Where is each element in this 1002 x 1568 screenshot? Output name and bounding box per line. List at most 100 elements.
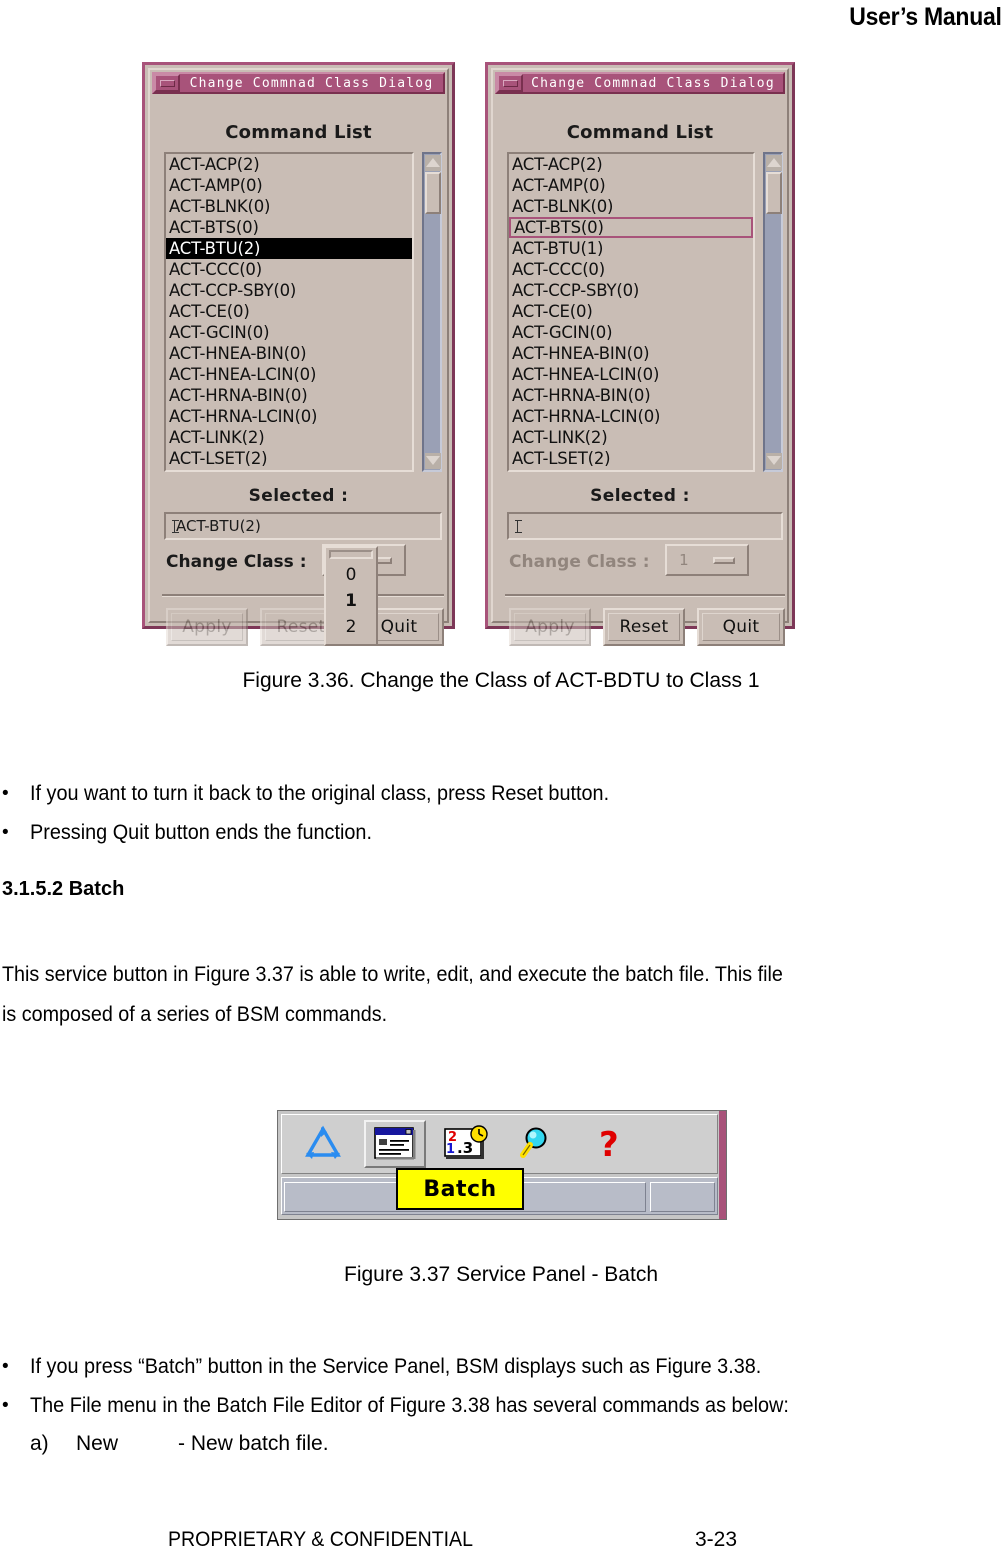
class-option-2[interactable]: 2 (326, 614, 376, 640)
change-class-label-left: Change Class : (166, 552, 307, 572)
minimize-icon[interactable] (497, 74, 523, 92)
list-item[interactable]: ACT-GCIN(0) (509, 322, 753, 343)
list-item[interactable]: ACT-HRNA-LCIN(0) (166, 406, 412, 427)
selected-value-left: ACT-BTU(2) (176, 517, 261, 535)
help-button[interactable]: ? (580, 1120, 642, 1168)
quit-button-right[interactable]: Quit (697, 608, 785, 646)
change-command-class-dialog-left: Change Commnad Class Dialog Command List… (142, 62, 455, 646)
list-item[interactable]: ACT-CE(0) (166, 301, 412, 322)
apply-button-right[interactable]: Apply (509, 608, 591, 646)
list-item[interactable]: ACT-HNEA-BIN(0) (509, 343, 753, 364)
svg-text:1: 1 (446, 1142, 455, 1157)
list-item-selected[interactable]: ACT-BTU(2) (166, 238, 412, 259)
list-item[interactable]: ACT-CCC(0) (166, 259, 412, 280)
batch-window-icon (374, 1127, 416, 1160)
section-heading: 3.1.5.2 Batch (2, 878, 125, 900)
service-panel-right-stripe (719, 1111, 726, 1219)
list-item[interactable]: ACT-BTS(0) (166, 217, 412, 238)
list-item[interactable]: ACT-CCC(0) (509, 259, 753, 280)
scrollbar-thumb[interactable] (766, 172, 782, 214)
list-item[interactable]: ACT-AMP(0) (166, 175, 412, 196)
bullet-icon: • (2, 822, 9, 843)
list-item[interactable]: ACT-HRNA-LCIN(0) (509, 406, 753, 427)
change-class-popup-left[interactable]: 0 1 2 (324, 546, 378, 646)
list-item[interactable]: ACT-LSET(2) (166, 448, 412, 469)
list-item[interactable]: ACT-CCP-SBY(0) (509, 280, 753, 301)
list-item[interactable]: ACT-CE(0) (509, 301, 753, 322)
bullet-text: If you press “Batch” button in the Servi… (30, 1355, 762, 1378)
list-item[interactable]: ACT-BLNK(0) (166, 196, 412, 217)
list-item[interactable]: ACT-ACP(2) (509, 154, 753, 175)
command-list-scrollbar-right[interactable] (763, 152, 783, 472)
sub-item-label: a) (30, 1432, 49, 1455)
class-option-1[interactable]: 1 (326, 588, 376, 614)
paragraph-line: This service button in Figure 3.37 is ab… (2, 963, 783, 986)
list-item[interactable]: ACT-LSET(2) (509, 448, 753, 469)
command-list-label-left: Command List (225, 122, 372, 143)
list-item[interactable]: ACT-LINK(2) (509, 427, 753, 448)
titlebar-right[interactable]: Change Commnad Class Dialog (495, 72, 785, 94)
scheduler-button[interactable]: 2 1 .3 (436, 1120, 498, 1168)
list-item[interactable]: ACT-LINK(2) (166, 427, 412, 448)
sub-item-desc: - New batch file. (178, 1432, 329, 1455)
dialog-title-left: Change Commnad Class Dialog (189, 75, 434, 91)
scroll-down-arrow-icon[interactable] (425, 453, 441, 469)
command-list-left[interactable]: ACT-ACP(2) ACT-AMP(0) ACT-BLNK(0) ACT-BT… (164, 152, 414, 472)
popup-top-cap (329, 550, 373, 559)
titlebar-left[interactable]: Change Commnad Class Dialog (152, 72, 445, 94)
batch-button[interactable] (364, 1120, 426, 1168)
reset-button-right[interactable]: Reset (603, 608, 685, 646)
list-item-focused[interactable]: ACT-BTS(0) (509, 217, 753, 238)
list-item[interactable]: ACT-HRNA-BIN(0) (166, 385, 412, 406)
page-footer: PROPRIETARY & CONFIDENTIAL 3-23 (0, 1528, 1002, 1568)
list-item[interactable]: ACT-AMP(0) (509, 175, 753, 196)
page-header-title: User’s Manual (849, 3, 1002, 31)
apply-button-label: Apply (182, 617, 232, 637)
bullet-text: If you want to turn it back to the origi… (30, 782, 610, 805)
statusbar-segment (650, 1182, 715, 1212)
paragraph-line: is composed of a series of BSM commands. (2, 1003, 388, 1026)
recycle-icon (305, 1125, 341, 1159)
scroll-down-arrow-icon[interactable] (766, 453, 782, 469)
list-item[interactable]: ACT-HNEA-BIN(0) (166, 343, 412, 364)
bullet-icon: • (2, 1395, 9, 1416)
change-class-label-right: Change Class : (509, 552, 650, 572)
scrollbar-thumb[interactable] (425, 172, 441, 214)
recycle-button[interactable] (292, 1120, 354, 1168)
list-item[interactable]: ACT-CCP-SBY(0) (166, 280, 412, 301)
apply-button-left[interactable]: Apply (166, 608, 248, 646)
selected-input-left[interactable]: ACT-BTU(2) (164, 512, 442, 540)
list-item[interactable]: ACT-ACP(2) (166, 154, 412, 175)
scroll-up-arrow-icon[interactable] (766, 155, 782, 171)
text-caret (172, 520, 179, 533)
svg-text:.3: .3 (457, 1139, 473, 1157)
change-class-value-right: 1 (679, 551, 689, 569)
list-item[interactable]: ACT-BTU(1) (509, 238, 753, 259)
service-panel-toolbar: 2 1 .3 ? (281, 1114, 718, 1174)
list-item[interactable]: ACT-HNEA-LCIN(0) (509, 364, 753, 385)
selected-input-right[interactable] (507, 512, 783, 540)
list-item[interactable]: ACT-GCIN(0) (166, 322, 412, 343)
change-class-optionmenu-right[interactable]: 1 (665, 544, 749, 576)
list-item[interactable]: ACT-HNEA-LCIN(0) (166, 364, 412, 385)
list-item[interactable]: ACT-HRNA-BIN(0) (509, 385, 753, 406)
batch-tooltip: Batch (396, 1168, 524, 1210)
dialog-separator-right (505, 594, 785, 597)
selected-label-right: Selected : (590, 486, 690, 506)
selected-label-left: Selected : (248, 486, 349, 506)
command-list-label-right: Command List (566, 122, 714, 143)
search-button[interactable] (508, 1120, 570, 1168)
apply-button-label: Apply (525, 617, 575, 637)
minimize-icon[interactable] (154, 74, 180, 92)
list-item[interactable]: ACT-BLNK(0) (509, 196, 753, 217)
class-option-0[interactable]: 0 (326, 562, 376, 588)
command-list-right[interactable]: ACT-ACP(2) ACT-AMP(0) ACT-BLNK(0) ACT-BT… (507, 152, 755, 472)
scroll-up-arrow-icon[interactable] (425, 155, 441, 171)
dropdown-dash-icon (712, 556, 735, 564)
figure-337-caption: Figure 3.37 Service Panel - Batch (344, 1263, 658, 1286)
command-list-scrollbar-left[interactable] (422, 152, 442, 472)
bullet-text: Pressing Quit button ends the function. (30, 821, 373, 844)
footer-page-number: 3-23 (695, 1528, 738, 1551)
dialog-separator-left (162, 594, 444, 597)
magnifier-icon (520, 1127, 547, 1158)
